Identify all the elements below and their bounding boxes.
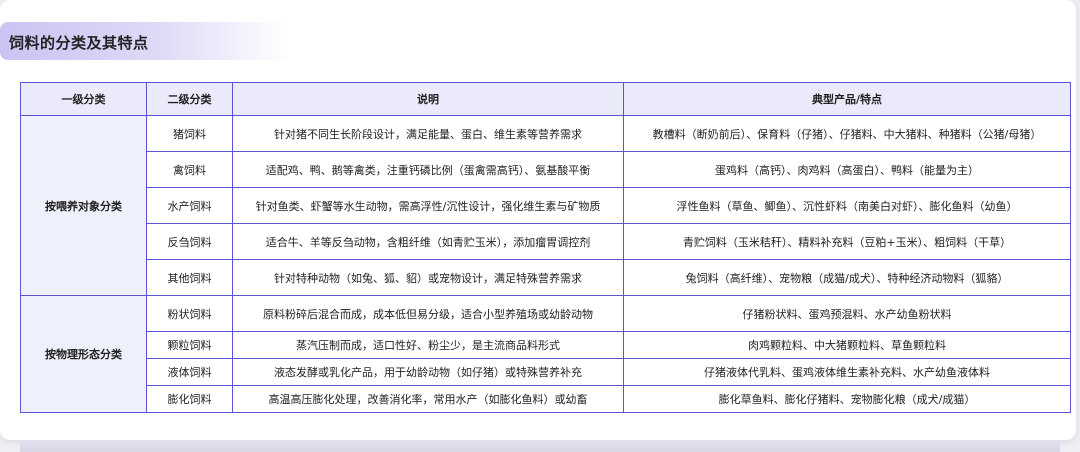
description-cell: 适配鸡、鸭、鹅等禽类，注重钙磷比例（蛋禽需高钙）、氨基酸平衡 <box>232 151 624 188</box>
table-row: 按喂养对象分类 猪饲料 针对猪不同生长阶段设计，满足能量、蛋白、维生素等营养需求… <box>20 115 1071 296</box>
subcategory-cell: 粉状饲料 <box>146 295 233 332</box>
header-level2: 二级分类 <box>146 82 233 116</box>
table-row: 液体饲料 液态发酵或乳化产品，用于幼龄动物（如仔猪）或特殊营养补充 仔猪液体代乳… <box>21 358 1071 386</box>
subcategory-cell: 猪饲料 <box>146 115 233 152</box>
header-products: 典型产品/特点 <box>623 82 1071 116</box>
header-level1: 一级分类 <box>20 82 147 116</box>
products-cell: 膨化草鱼料、膨化仔猪料、宠物膨化粮（成犬/成猫） <box>623 385 1071 413</box>
table-row: 按物理形态分类 粉状饲料 原料粉碎后混合而成，成本低但易分级，适合小型养殖场或幼… <box>20 295 1071 413</box>
table-row: 颗粒饲料 蒸汽压制而成，适口性好、粉尘少，是主流商品料形式 肉鸡颗粒料、中大猪颗… <box>21 331 1071 359</box>
description-cell: 针对鱼类、虾蟹等水生动物，需高浮性/沉性设计，强化维生素与矿物质 <box>232 187 624 224</box>
feed-classification-table: 一级分类 二级分类 说明 典型产品/特点 按喂养对象分类 猪饲料 针对猪不同生长… <box>20 82 1071 413</box>
title-bar: 饲料的分类及其特点 <box>0 22 290 60</box>
subcategory-cell: 其他饲料 <box>146 259 233 296</box>
table-row: 禽饲料 适配鸡、鸭、鹅等禽类，注重钙磷比例（蛋禽需高钙）、氨基酸平衡 蛋鸡料（高… <box>21 151 1071 188</box>
description-cell: 针对猪不同生长阶段设计，满足能量、蛋白、维生素等营养需求 <box>232 115 624 152</box>
products-cell: 蛋鸡料（高钙）、肉鸡料（高蛋白）、鸭料（能量为主） <box>623 151 1071 188</box>
subcategory-cell: 反刍饲料 <box>146 223 233 260</box>
page-title: 饲料的分类及其特点 <box>9 34 149 52</box>
description-cell: 液态发酵或乳化产品，用于幼龄动物（如仔猪）或特殊营养补充 <box>232 358 624 386</box>
table-row: 水产饲料 针对鱼类、虾蟹等水生动物，需高浮性/沉性设计，强化维生素与矿物质 浮性… <box>21 187 1071 224</box>
subcategory-cell: 禽饲料 <box>146 151 233 188</box>
products-cell: 仔猪液体代乳料、蛋鸡液体维生素补充料、水产幼鱼液体料 <box>623 358 1071 386</box>
description-cell: 适合牛、羊等反刍动物，含粗纤维（如青贮玉米），添加瘤胃调控剂 <box>232 223 624 260</box>
products-cell: 肉鸡颗粒料、中大猪颗粒料、草鱼颗粒料 <box>623 331 1071 359</box>
table-row: 反刍饲料 适合牛、羊等反刍动物，含粗纤维（如青贮玉米），添加瘤胃调控剂 青贮饲料… <box>21 223 1071 260</box>
description-cell: 原料粉碎后混合而成，成本低但易分级，适合小型养殖场或幼龄动物 <box>232 295 624 332</box>
bottom-shadow-band <box>20 440 1060 452</box>
products-cell: 仔猪粉状料、蛋鸡预混料、水产幼鱼粉状料 <box>623 295 1071 332</box>
subcategory-cell: 膨化饲料 <box>146 385 233 413</box>
table-header-row: 一级分类 二级分类 说明 典型产品/特点 <box>20 82 1071 116</box>
category-cell: 按喂养对象分类 <box>20 115 147 296</box>
products-cell: 青贮饲料（玉米秸秆）、精料补充料（豆粕+玉米）、粗饲料（干草） <box>623 223 1071 260</box>
description-cell: 蒸汽压制而成，适口性好、粉尘少，是主流商品料形式 <box>232 331 624 359</box>
category-cell: 按物理形态分类 <box>20 295 147 413</box>
subcategory-cell: 颗粒饲料 <box>146 331 233 359</box>
table-row: 膨化饲料 高温高压膨化处理，改善消化率，常用水产（如膨化鱼料）或幼畜 膨化草鱼料… <box>21 385 1071 413</box>
subcategory-cell: 液体饲料 <box>146 358 233 386</box>
subcategory-cell: 水产饲料 <box>146 187 233 224</box>
products-cell: 教槽料（断奶前后）、保育料（仔猪）、仔猪料、中大猪料、种猪料（公猪/母猪） <box>623 115 1071 152</box>
content-card: 饲料的分类及其特点 一级分类 二级分类 说明 典型产品/特点 按喂养对象分类 猪… <box>0 0 1076 440</box>
products-cell: 兔饲料（高纤维）、宠物粮（成猫/成犬）、特种经济动物料（狐貉） <box>623 259 1071 296</box>
table-row: 其他饲料 针对特种动物（如兔、狐、貂）或宠物设计，满足特殊营养需求 兔饲料（高纤… <box>21 259 1071 296</box>
header-description: 说明 <box>232 82 624 116</box>
description-cell: 针对特种动物（如兔、狐、貂）或宠物设计，满足特殊营养需求 <box>232 259 624 296</box>
description-cell: 高温高压膨化处理，改善消化率，常用水产（如膨化鱼料）或幼畜 <box>232 385 624 413</box>
products-cell: 浮性鱼料（草鱼、鲫鱼）、沉性虾料（南美白对虾）、膨化鱼料（幼鱼） <box>623 187 1071 224</box>
